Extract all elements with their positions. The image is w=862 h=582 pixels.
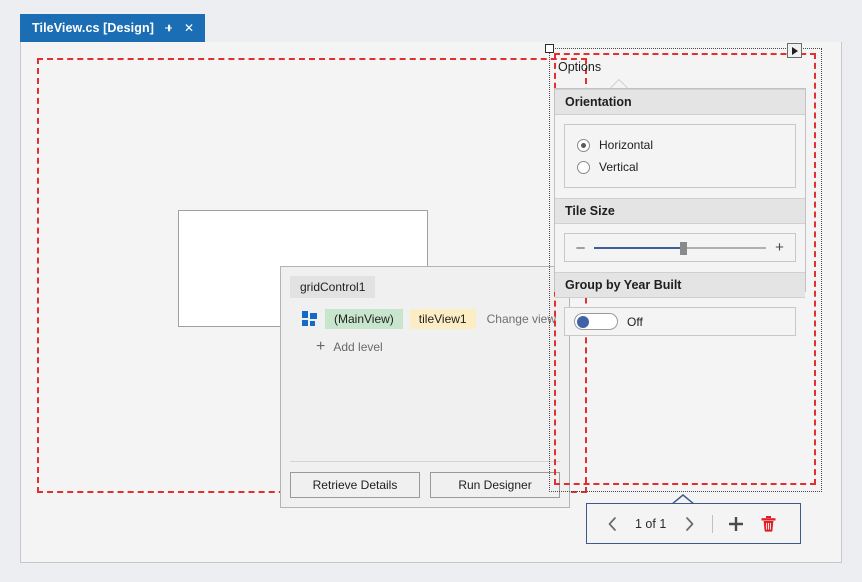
orientation-section: Horizontal Vertical xyxy=(555,115,805,198)
grid-levels: (MainView) tileView1 Change view + Add l… xyxy=(290,309,560,355)
add-level-label: Add level xyxy=(333,340,383,354)
level-chip-tileview1[interactable]: tileView1 xyxy=(409,309,476,329)
smart-tag-divider xyxy=(290,461,560,462)
slider-rest xyxy=(683,246,766,249)
close-icon[interactable]: ✕ xyxy=(183,22,195,34)
plus-icon: + xyxy=(316,338,326,355)
radio-vertical[interactable]: Vertical xyxy=(577,156,783,178)
smart-tag-arrow-icon[interactable] xyxy=(787,43,802,58)
change-view-link[interactable]: Change view xyxy=(483,312,556,326)
smart-tag-title: gridControl1 xyxy=(290,276,376,298)
toggle-knob xyxy=(577,316,589,328)
radio-horizontal-icon xyxy=(577,138,590,152)
toolbar-divider xyxy=(712,514,714,533)
smart-tag-actions: Retrieve Details Run Designer xyxy=(290,472,560,498)
radio-vertical-icon xyxy=(577,160,590,174)
group-by-section: Off xyxy=(555,298,805,346)
designer-surface: gridControl1 (MainView) tileView1 Change… xyxy=(20,42,842,563)
run-designer-button[interactable]: Run Designer xyxy=(430,472,560,498)
slider-thumb[interactable] xyxy=(680,241,688,255)
slider-minus-icon[interactable]: – xyxy=(575,240,586,255)
orientation-radio-group: Horizontal Vertical xyxy=(564,124,796,188)
tab-label: TileView.cs [Design] xyxy=(32,21,154,35)
group-by-toggle-label: Off xyxy=(627,314,643,329)
page-indicator: 1 of 1 xyxy=(635,516,667,531)
level-row: (MainView) tileView1 Change view xyxy=(290,309,560,329)
chevron-right-icon[interactable] xyxy=(676,511,702,537)
options-flyout: Orientation Horizontal Vertical Tile Siz… xyxy=(554,88,806,336)
record-navigator-toolbar: 1 of 1 xyxy=(586,503,801,544)
chevron-left-icon[interactable] xyxy=(599,511,625,537)
pin-icon[interactable] xyxy=(162,23,175,34)
grid-control-smart-tag-panel: gridControl1 (MainView) tileView1 Change… xyxy=(280,266,570,508)
trash-icon[interactable] xyxy=(755,511,781,537)
grid-levels-icon xyxy=(302,311,318,327)
orientation-header: Orientation xyxy=(555,89,805,115)
tab-tileview-design[interactable]: TileView.cs [Design] ✕ xyxy=(20,14,206,42)
tile-size-header: Tile Size xyxy=(555,198,805,224)
slider-track[interactable] xyxy=(594,241,766,255)
tile-size-slider[interactable]: – + xyxy=(564,233,796,262)
group-by-toggle-row[interactable]: Off xyxy=(564,307,796,336)
radio-horizontal[interactable]: Horizontal xyxy=(577,134,783,156)
retrieve-details-button[interactable]: Retrieve Details xyxy=(290,472,420,498)
options-label: Options xyxy=(558,60,602,74)
level-chip-mainview[interactable]: (MainView) xyxy=(325,309,403,329)
radio-vertical-label: Vertical xyxy=(599,160,639,174)
add-level-button[interactable]: + Add level xyxy=(290,339,560,355)
resize-handle-top-left[interactable] xyxy=(545,44,554,53)
plus-icon[interactable] xyxy=(723,511,749,537)
tab-strip: TileView.cs [Design] ✕ xyxy=(0,14,862,42)
group-by-header: Group by Year Built xyxy=(555,272,805,298)
slider-fill xyxy=(594,246,684,249)
group-by-toggle[interactable] xyxy=(574,313,618,330)
slider-plus-icon[interactable]: + xyxy=(774,240,785,255)
radio-horizontal-label: Horizontal xyxy=(599,138,654,152)
tile-size-section: – + xyxy=(555,224,805,272)
